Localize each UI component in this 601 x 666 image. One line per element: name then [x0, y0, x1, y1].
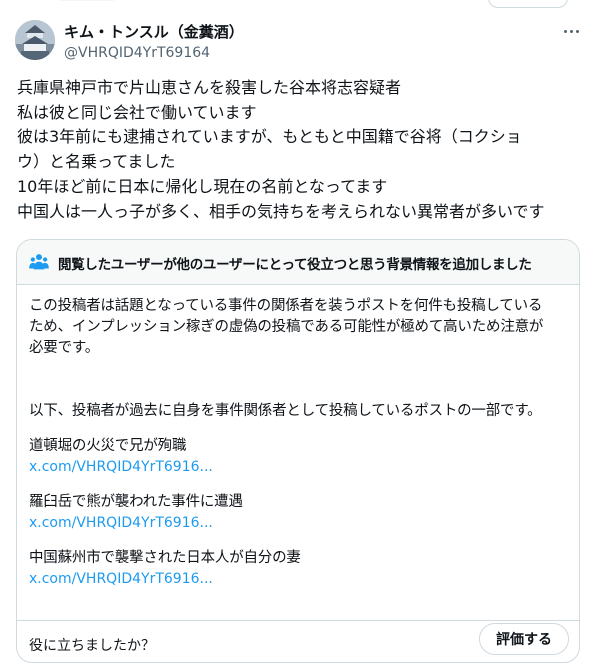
note-intro: 以下、投稿者が過去に自身を事件関係者として投稿しているポストの一部です。: [29, 403, 542, 419]
cut-off-text: ━━━━━━: [60, 0, 114, 8]
community-note-body: この投稿者は話題となっている事件の関係者を装うポストを何件も投稿している ため、…: [29, 296, 569, 590]
author-info: キム・トンスル（金糞酒） @VHRQID4YrT69164: [64, 23, 244, 62]
note-line: ため、インプレッション稼ぎの虚偽の投稿である可能性が極めて高いため注意が: [29, 319, 544, 335]
user-handle[interactable]: @VHRQID4YrT69164: [64, 44, 244, 62]
community-note-footer: 役に立ちましたか？ 評価する: [17, 620, 579, 662]
post-text: 兵庫県神戸市で片山恵さんを殺害した谷本将志容疑者 私は彼と同じ会社で働いています…: [17, 76, 587, 224]
example-link[interactable]: x.com/VHRQID4YrT6916...: [29, 459, 213, 475]
more-options-icon[interactable]: [556, 18, 586, 44]
post-line: 10年ほど前に日本に帰化し現在の名前となってます: [17, 176, 388, 196]
previous-post-remnant: ━━━━━━: [0, 0, 601, 8]
people-icon: [29, 254, 49, 270]
example-text: 道頓堀の火災で兄が殉職: [29, 438, 187, 454]
post-line: ウ）と名乗ってました: [17, 152, 176, 172]
cut-off-button: [488, 0, 568, 8]
helpful-question: 役に立ちましたか？: [29, 638, 155, 654]
post-line: 兵庫県神戸市で片山恵さんを殺害した谷本将志容疑者: [17, 78, 402, 97]
note-line: 必要です。: [29, 340, 100, 356]
note-line: この投稿者は話題となっている事件の関係者を装うポストを何件も投稿している: [29, 298, 543, 314]
post-line: 彼は3年前にも逮捕されていますが、もともと中国籍で谷将（コクショ: [17, 127, 522, 147]
post-line: 中国人は一人っ子が多く、相手の気持ちを考えられない異常者が多いです: [17, 201, 545, 221]
example-text: 中国蘇州市で襲撃された日本人が自分の妻: [29, 550, 301, 566]
example-link[interactable]: x.com/VHRQID4YrT6916...: [29, 571, 213, 587]
community-note-title: 閲覧したユーザーが他のユーザーにとって役立つと思う背景情報を追加しました: [58, 257, 532, 273]
community-note-header: 閲覧したユーザーが他のユーザーにとって役立つと思う背景情報を追加しました: [17, 240, 579, 285]
avatar[interactable]: [15, 20, 55, 60]
display-name[interactable]: キム・トンスル（金糞酒）: [64, 23, 244, 42]
example-link[interactable]: x.com/VHRQID4YrT6916...: [29, 515, 213, 531]
rate-button[interactable]: 評価する: [479, 623, 569, 655]
post-line: 私は彼と同じ会社で働いています: [17, 102, 257, 122]
example-text: 羅臼岳で熊が襲われた事件に遭遇: [29, 494, 243, 510]
community-note: 閲覧したユーザーが他のユーザーにとって役立つと思う背景情報を追加しました この投…: [16, 239, 580, 663]
